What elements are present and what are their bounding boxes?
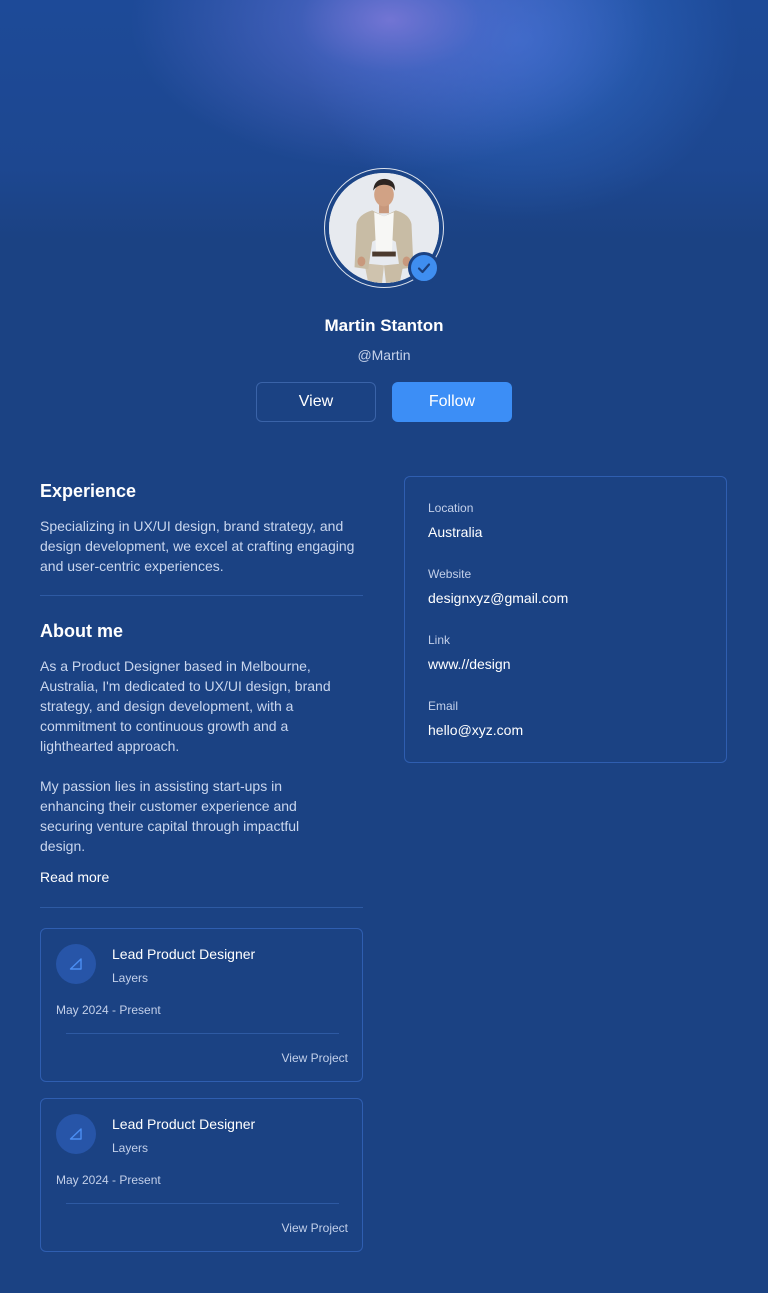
job-dates: May 2024 - Present — [56, 1003, 161, 1017]
link-label: Link — [428, 633, 451, 647]
about-paragraph: My passion lies in assisting start-ups i… — [40, 778, 300, 854]
divider — [66, 1203, 339, 1204]
email-label: Email — [428, 699, 459, 713]
read-more-link[interactable]: Read more — [40, 869, 109, 885]
location-label: Location — [428, 501, 474, 515]
job-dates: May 2024 - Present — [56, 1173, 161, 1187]
about-paragraph: As a Product Designer based in Melbourne… — [40, 658, 331, 754]
check-icon — [417, 263, 431, 274]
link-value[interactable]: www.//design — [428, 656, 510, 672]
job-company: Layers — [112, 1141, 149, 1155]
job-title: Lead Product Designer — [112, 946, 256, 962]
job-company: Layers — [112, 971, 149, 985]
location-value: Australia — [428, 524, 483, 540]
website-value[interactable]: designxyz@gmail.com — [428, 590, 568, 606]
job-card[interactable]: Lead Product Designer Layers May 2024 - … — [40, 1098, 363, 1252]
divider — [40, 595, 363, 596]
experience-heading: Experience — [40, 481, 137, 501]
view-project-link[interactable]: View Project — [282, 1221, 348, 1235]
layers-logo-icon — [56, 944, 96, 984]
job-title: Lead Product Designer — [112, 1116, 256, 1132]
follow-button[interactable]: Follow — [392, 382, 512, 422]
view-project-link[interactable]: View Project — [282, 1051, 348, 1065]
divider — [40, 907, 363, 908]
job-card[interactable]: Lead Product Designer Layers May 2024 - … — [40, 928, 363, 1082]
profile-handle: @Martin — [357, 347, 411, 363]
verified-check-icon — [408, 252, 440, 284]
about-heading: About me — [40, 621, 123, 641]
experience-description: Specializing in UX/UI design, brand stra… — [40, 518, 355, 574]
profile-page: Martin Stanton @Martin View Follow Exper… — [0, 0, 768, 1293]
divider — [66, 1033, 339, 1034]
website-label: Website — [428, 567, 472, 581]
email-value[interactable]: hello@xyz.com — [428, 722, 523, 738]
contact-info-card: Location Australia Website designxyz@gma… — [404, 476, 727, 763]
profile-name: Martin Stanton — [324, 316, 444, 335]
view-button[interactable]: View — [256, 382, 376, 422]
triangle-icon — [69, 958, 82, 970]
triangle-icon — [69, 1128, 82, 1140]
layers-logo-icon — [56, 1114, 96, 1154]
